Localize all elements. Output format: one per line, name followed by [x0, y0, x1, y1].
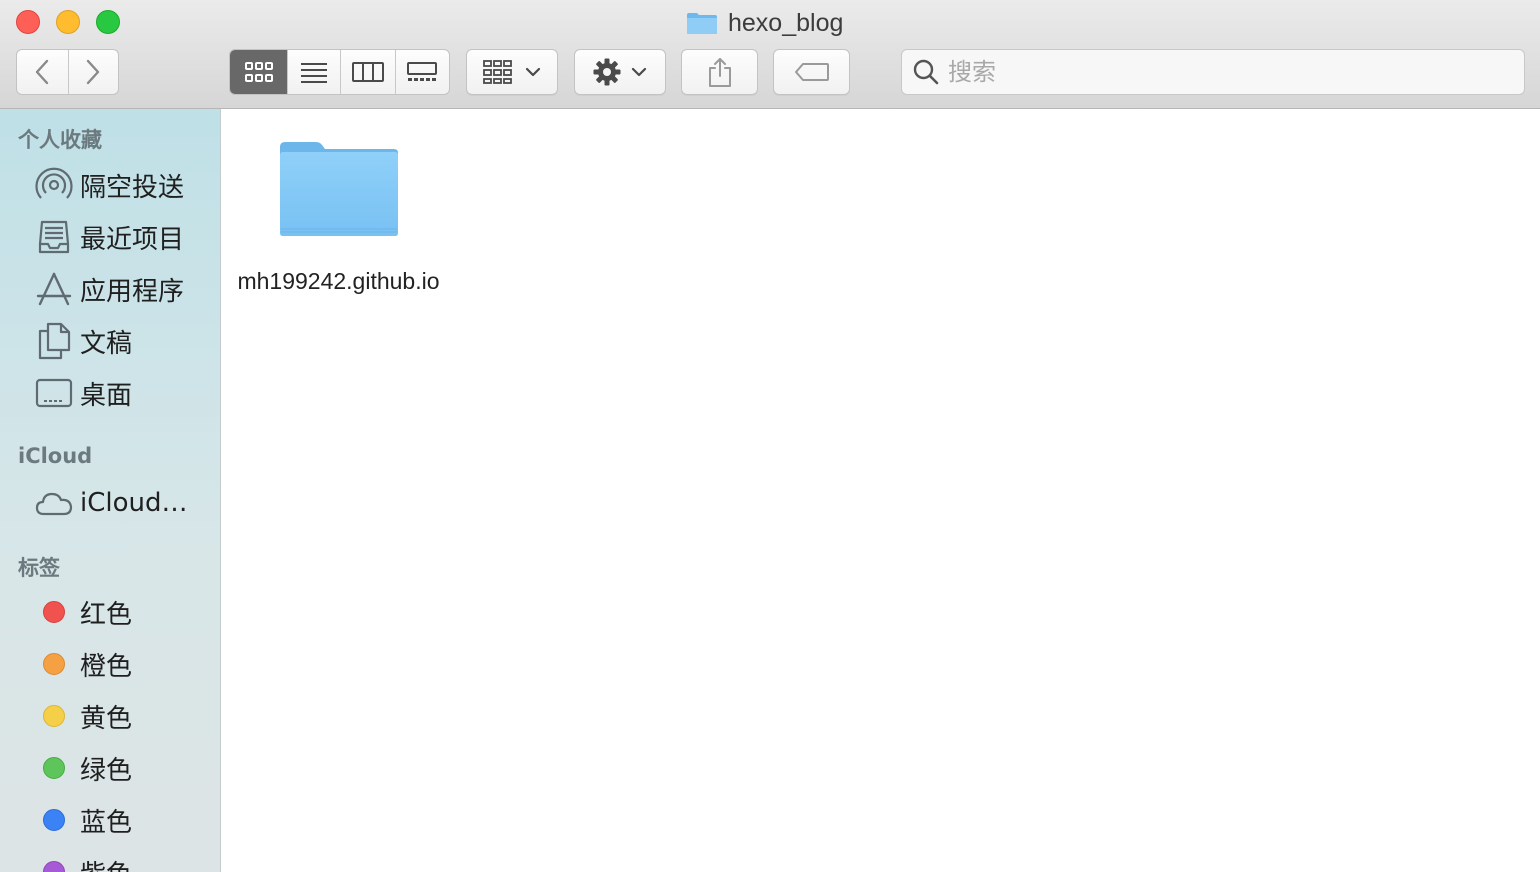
- group-grid-icon: [483, 60, 512, 84]
- chevron-down-icon: [631, 67, 647, 77]
- sidebar-item-label: 最近项目: [80, 224, 185, 255]
- forward-button[interactable]: [69, 50, 119, 94]
- sidebar-item-label: 黄色: [80, 703, 133, 734]
- view-mode-control: [229, 49, 450, 95]
- sidebar-item-recents[interactable]: 最近项目: [0, 214, 220, 260]
- sidebar-tag-green[interactable]: 绿色: [0, 745, 220, 791]
- group-by-button[interactable]: [466, 49, 558, 95]
- orange-dot-icon: [43, 653, 65, 675]
- icon-view-button[interactable]: [230, 50, 289, 94]
- window-title: hexo_blog: [686, 6, 843, 40]
- sidebar-item-applications[interactable]: 应用程序: [0, 266, 220, 312]
- sidebar-item-label: 文稿: [80, 328, 133, 359]
- sidebar-item-documents[interactable]: 文稿: [0, 318, 220, 364]
- icon-grid-icon: [244, 62, 273, 82]
- desktop-icon: [34, 373, 74, 413]
- red-dot-icon: [43, 601, 65, 623]
- sidebar-item-label: 隔空投送: [80, 172, 185, 203]
- search-field[interactable]: [901, 49, 1525, 95]
- share-icon: [708, 58, 731, 87]
- applications-icon: [34, 269, 74, 309]
- sidebar-item-label: 紫色: [80, 854, 132, 872]
- folder-name: mh199242.github.io: [237, 268, 440, 294]
- column-view-button[interactable]: [341, 50, 396, 94]
- sidebar-item-label: 橙色: [80, 651, 133, 682]
- sidebar: 个人收藏 隔空投送 最近项目 应用程序 文稿 桌面 iCloud iCloud……: [0, 109, 221, 872]
- edit-tags-button[interactable]: [773, 49, 850, 95]
- sidebar-tag-orange[interactable]: 橙色: [0, 641, 220, 687]
- tag-color-dot: [34, 800, 74, 840]
- file-browser-content[interactable]: mh199242.github.io: [221, 109, 1540, 872]
- back-button[interactable]: [17, 50, 69, 94]
- green-dot-icon: [43, 757, 65, 779]
- blue-dot-icon: [43, 809, 65, 831]
- folder-icon: [279, 142, 398, 236]
- search-input[interactable]: [948, 58, 1508, 86]
- sidebar-tag-blue[interactable]: 蓝色: [0, 797, 220, 843]
- recents-icon: [34, 217, 74, 257]
- list-view-button[interactable]: [288, 50, 342, 94]
- cloud-icon: [34, 483, 74, 523]
- sidebar-section-icloud: iCloud: [18, 444, 93, 468]
- tag-color-dot: [34, 592, 74, 632]
- tag-color-dot: [34, 748, 74, 788]
- close-window-button[interactable]: [16, 10, 40, 34]
- chevron-left-icon: [36, 59, 49, 85]
- sidebar-item-icloud-drive[interactable]: iCloud…: [0, 480, 220, 526]
- zoom-window-button[interactable]: [96, 10, 120, 34]
- folder-icon: [687, 13, 717, 34]
- airdrop-icon: [34, 165, 74, 205]
- toolbar: hexo_blog: [0, 0, 1540, 109]
- action-menu-button[interactable]: [574, 49, 666, 95]
- tag-color-dot: [34, 852, 74, 872]
- sidebar-item-label: 桌面: [80, 380, 133, 411]
- folder-item[interactable]: mh199242.github.io: [231, 139, 446, 297]
- sidebar-section-tags: 标签: [18, 556, 60, 580]
- sidebar-tag-yellow[interactable]: 黄色: [0, 693, 220, 739]
- tag-color-dot: [34, 696, 74, 736]
- tag-color-dot: [34, 644, 74, 684]
- search-icon: [913, 59, 939, 85]
- chevron-down-icon: [525, 67, 541, 77]
- purple-dot-icon: [43, 861, 65, 872]
- minimize-window-button[interactable]: [56, 10, 80, 34]
- sidebar-section-favorites: 个人收藏: [18, 128, 102, 152]
- sidebar-item-label: 红色: [80, 599, 133, 630]
- chevron-right-icon: [87, 59, 100, 85]
- tag-icon: [794, 63, 829, 81]
- list-icon: [301, 63, 328, 83]
- columns-icon: [352, 62, 385, 82]
- sidebar-item-airdrop[interactable]: 隔空投送: [0, 162, 220, 208]
- sidebar-tag-purple[interactable]: 紫色: [0, 849, 220, 872]
- sidebar-item-label: 蓝色: [80, 807, 133, 838]
- sidebar-item-label: iCloud…: [80, 488, 188, 518]
- documents-icon: [34, 321, 74, 361]
- navigation-buttons: [16, 49, 119, 95]
- sidebar-item-label: 应用程序: [80, 276, 185, 307]
- sidebar-item-desktop[interactable]: 桌面: [0, 370, 220, 416]
- share-button[interactable]: [681, 49, 758, 95]
- gallery-icon: [407, 62, 438, 81]
- sidebar-tag-red[interactable]: 红色: [0, 589, 220, 635]
- gear-icon: [593, 58, 621, 86]
- window-title-text: hexo_blog: [728, 8, 844, 37]
- sidebar-item-label: 绿色: [80, 755, 133, 786]
- gallery-view-button[interactable]: [396, 50, 449, 94]
- yellow-dot-icon: [43, 705, 65, 727]
